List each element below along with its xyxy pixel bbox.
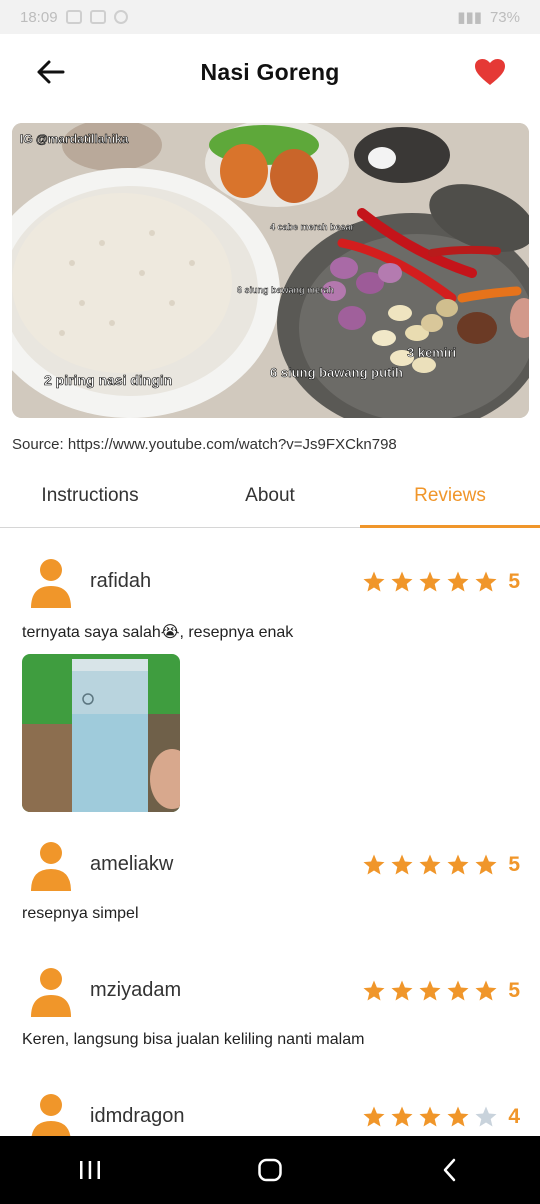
- status-bar: 18:09 ▮▮▮ 73%: [0, 0, 540, 34]
- candlenut-label: 3 kemiri: [407, 345, 456, 360]
- star-filled-icon: [419, 1106, 441, 1127]
- user-avatar-icon: [31, 559, 71, 608]
- star-filled-icon: [447, 980, 469, 1001]
- star-empty-icon: [475, 1106, 497, 1127]
- review-username: mziyadam: [90, 979, 182, 1001]
- reviews-list[interactable]: rafidah 5 ternyata saya salah😭, resepnya…: [0, 528, 540, 1136]
- app-bar: Nasi Goreng: [0, 34, 540, 110]
- gallery-notification-icon: [65, 10, 82, 24]
- favorite-button[interactable]: [470, 54, 510, 90]
- review-comment: ternyata saya salah😭, resepnya enak: [22, 624, 294, 641]
- system-back-button[interactable]: [420, 1150, 480, 1190]
- review-photo-image: [22, 654, 180, 812]
- star-filled-icon: [475, 571, 497, 592]
- chili-label: 4 cabe merah besar: [270, 222, 355, 232]
- watermark-label: IG @mardatillahika: [20, 132, 129, 146]
- star-filled-icon: [447, 1106, 469, 1127]
- tab-about[interactable]: About: [180, 465, 360, 527]
- star-filled-icon: [363, 854, 385, 875]
- user-avatar-icon: [31, 842, 71, 891]
- back-chevron-icon: [443, 1158, 456, 1182]
- star-filled-icon: [391, 980, 413, 1001]
- tab-reviews[interactable]: Reviews: [360, 465, 540, 528]
- home-button[interactable]: [240, 1150, 300, 1190]
- ingredients-photo: IG @mardatillahika 4 cabe merah besar 6 …: [12, 123, 529, 418]
- star-filled-icon: [391, 854, 413, 875]
- back-button[interactable]: [30, 54, 70, 90]
- system-nav-bar: [0, 1136, 540, 1204]
- star-rating: 5: [362, 853, 520, 877]
- app-notification-icon: [89, 10, 106, 24]
- star-filled-icon: [419, 854, 441, 875]
- star-filled-icon: [475, 980, 497, 1001]
- arrow-left-icon: [37, 60, 65, 84]
- recipe-image: IG @mardatillahika 4 cabe merah besar 6 …: [12, 123, 529, 418]
- user-avatar-icon: [31, 1094, 71, 1136]
- star-rating: 5: [362, 979, 520, 1003]
- star-filled-icon: [419, 571, 441, 592]
- shallot-label: 6 siung bawang merah: [237, 285, 334, 295]
- star-filled-icon: [391, 571, 413, 592]
- rating-value: 5: [508, 853, 520, 876]
- star-filled-icon: [363, 1106, 385, 1127]
- battery-level: 73%: [489, 8, 520, 26]
- review-username: ameliakw: [90, 853, 174, 875]
- user-avatar-icon: [31, 968, 71, 1017]
- review-comment: resepnya simpel: [22, 905, 139, 922]
- sync-notification-icon: [113, 10, 128, 24]
- review-username: rafidah: [90, 570, 152, 592]
- star-rating: 5: [362, 570, 520, 594]
- review-header: ameliakw 5: [30, 841, 520, 891]
- star-filled-icon: [447, 571, 469, 592]
- recent-apps-button[interactable]: [60, 1150, 120, 1190]
- review-header: idmdragon 4: [30, 1093, 520, 1136]
- rating-value: 4: [508, 1105, 520, 1128]
- rating-value: 5: [508, 570, 520, 593]
- star-filled-icon: [419, 980, 441, 1001]
- star-filled-icon: [447, 854, 469, 875]
- star-filled-icon: [391, 1106, 413, 1127]
- tab-bar: Instructions About Reviews: [0, 465, 540, 528]
- rice-label: 2 piring nasi dingin: [44, 372, 172, 388]
- review-username: idmdragon: [90, 1105, 185, 1127]
- review-photo[interactable]: [22, 654, 180, 812]
- status-time: 18:09: [20, 8, 58, 26]
- home-icon: [258, 1158, 282, 1182]
- review-header: mziyadam 5: [30, 967, 520, 1017]
- recent-apps-icon: [80, 1161, 100, 1179]
- star-filled-icon: [363, 571, 385, 592]
- star-filled-icon: [475, 854, 497, 875]
- review-comment: Keren, langsung bisa jualan keliling nan…: [22, 1031, 365, 1048]
- tab-instructions[interactable]: Instructions: [0, 465, 180, 527]
- garlic-label: 6 siung bawang putih: [270, 365, 403, 380]
- star-filled-icon: [363, 980, 385, 1001]
- signal-icon: ▮▮▮: [457, 9, 482, 26]
- rating-value: 5: [508, 979, 520, 1002]
- source-link[interactable]: Source: https://www.youtube.com/watch?v=…: [12, 436, 397, 453]
- heart-icon: [475, 59, 505, 85]
- page-title: Nasi Goreng: [200, 58, 340, 85]
- review-header: rafidah 5: [30, 558, 520, 608]
- star-rating: 4: [362, 1105, 520, 1129]
